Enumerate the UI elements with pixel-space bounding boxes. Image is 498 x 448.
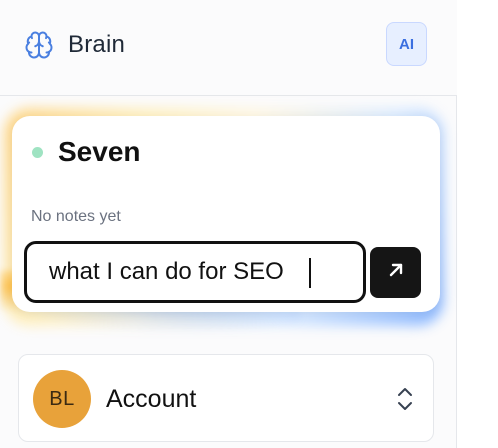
brand-name: Brain [68, 31, 126, 58]
avatar: BL [33, 370, 91, 428]
arrow-up-right-icon [386, 260, 406, 285]
chevron-up-down-icon [395, 386, 415, 412]
empty-notes-text: No notes yet [31, 208, 121, 225]
send-button[interactable] [370, 247, 421, 298]
sidebar: Brain AI Seven No notes yet BL Account [0, 0, 457, 448]
sidebar-header: Brain AI [0, 0, 457, 96]
account-label: Account [106, 385, 197, 413]
status-dot [32, 147, 43, 158]
text-caret [309, 258, 311, 288]
card-title: Seven [58, 136, 141, 167]
brain-icon [24, 30, 54, 60]
main-content-edge [458, 0, 498, 448]
account-switcher[interactable]: BL Account [18, 354, 434, 442]
chat-input-wrapper[interactable] [24, 241, 366, 303]
chat-input[interactable] [49, 254, 349, 290]
ai-button[interactable]: AI [386, 22, 427, 66]
chat-card: Seven No notes yet [12, 116, 440, 312]
